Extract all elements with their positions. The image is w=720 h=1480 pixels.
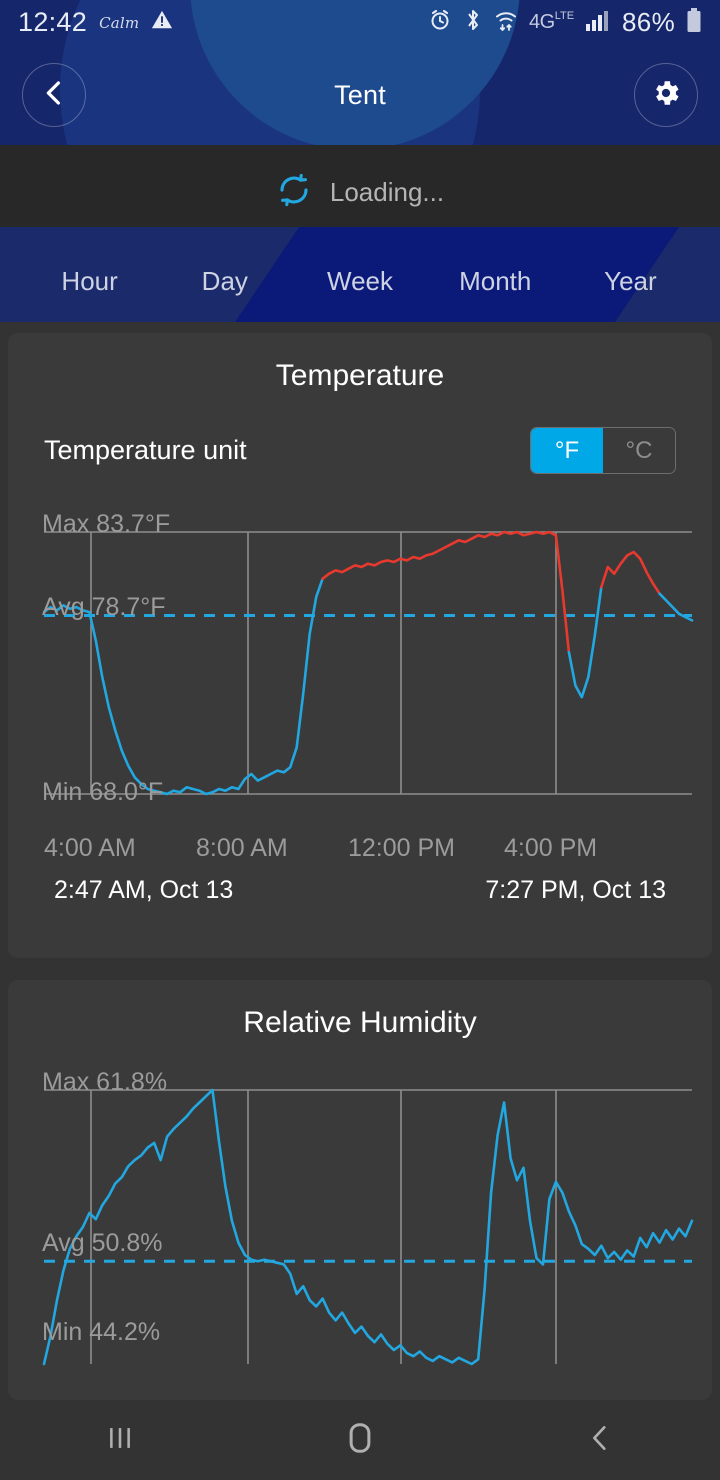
temperature-chart[interactable]: Max 83.7°F Avg 78.7°F Min 68.0°F 4:00 AM… [8, 510, 712, 931]
temperature-min-label: Min 68.0°F [42, 778, 164, 806]
range-start-time: 2:47 AM, Oct 13 [54, 876, 234, 904]
gear-icon [650, 77, 682, 114]
page-title: Tent [334, 79, 386, 110]
unit-option-celsius[interactable]: °C [603, 428, 675, 473]
temperature-unit-toggle[interactable]: °F °C [530, 427, 676, 474]
tab-year[interactable]: Year [563, 266, 698, 297]
temperature-unit-row: Temperature unit °F °C [8, 427, 712, 474]
chevron-left-icon [39, 78, 69, 113]
recents-button[interactable] [0, 1421, 240, 1460]
x-tick-0800am: 8:00 AM [196, 834, 288, 862]
humidity-avg-label: Avg 50.8% [42, 1229, 163, 1257]
temperature-card-title: Temperature [275, 359, 445, 392]
loading-label: Loading... [329, 177, 445, 207]
network-sub: LTE [554, 10, 575, 22]
loading-indicator: Loading... [0, 145, 720, 240]
tab-hour[interactable]: Hour [22, 266, 157, 297]
humidity-card-title: Relative Humidity [243, 1006, 477, 1039]
warning-triangle-icon [151, 9, 173, 36]
tab-month[interactable]: Month [428, 266, 563, 297]
humidity-chart[interactable]: Max 61.8% Avg 50.8% Min 44.2% [8, 1068, 712, 1374]
home-icon [341, 1419, 379, 1462]
settings-button[interactable] [634, 63, 698, 127]
signal-bars-icon [585, 8, 611, 37]
wifi-icon [494, 8, 518, 37]
humidity-min-label: Min 44.2% [42, 1318, 161, 1346]
range-tab-bar: Hour Day Week Month Year [0, 240, 720, 322]
back-chevron-icon [583, 1421, 617, 1460]
x-tick-1200pm: 12:00 PM [348, 834, 456, 862]
temperature-unit-label: Temperature unit [44, 435, 247, 465]
network-type-icon: 4G LTE [529, 11, 574, 34]
temperature-card: Temperature Temperature unit °F °C Max 8… [8, 333, 712, 958]
range-end-time: 7:27 PM, Oct 13 [485, 876, 666, 904]
cards-container: Temperature Temperature unit °F °C Max 8… [0, 227, 720, 1480]
bluetooth-icon [463, 8, 483, 37]
temperature-x-axis: 4:00 AM 8:00 AM 12:00 PM 4:00 PM [8, 826, 712, 866]
x-tick-0400am: 4:00 AM [44, 834, 136, 862]
alarm-clock-icon [428, 8, 452, 37]
status-bar: 12:42 Calm 4G LTE 86% [0, 0, 720, 45]
recents-icon [103, 1421, 137, 1460]
back-nav-button[interactable] [480, 1421, 720, 1460]
temperature-max-label: Max 83.7°F [42, 510, 171, 538]
phone-screen: 12:42 Calm 4G LTE 86% Tent Loading... Ho… [0, 0, 720, 1480]
tab-week[interactable]: Week [292, 266, 427, 297]
humidity-max-label: Max 61.8% [42, 1068, 168, 1096]
x-tick-0400pm: 4:00 PM [504, 834, 598, 862]
battery-icon [686, 7, 702, 38]
humidity-card: Relative Humidity Max 61.8% Avg 50.8% Mi… [8, 980, 712, 1400]
unit-option-fahrenheit[interactable]: °F [531, 428, 603, 473]
battery-percent: 86% [622, 7, 675, 37]
temperature-time-range: 2:47 AM, Oct 13 7:27 PM, Oct 13 [8, 866, 712, 931]
android-nav-bar [0, 1400, 720, 1480]
back-button[interactable] [22, 63, 86, 127]
home-button[interactable] [240, 1419, 480, 1462]
tab-day[interactable]: Day [157, 266, 292, 297]
carrier-logo: Calm [99, 13, 140, 32]
temperature-avg-label: Avg 78.7°F [42, 593, 166, 621]
network-label: 4G [529, 11, 555, 33]
app-header: 12:42 Calm 4G LTE 86% Tent [0, 0, 720, 145]
app-bar: Tent [0, 45, 720, 145]
status-clock: 12:42 [18, 7, 88, 37]
refresh-spinner-icon [276, 172, 312, 213]
